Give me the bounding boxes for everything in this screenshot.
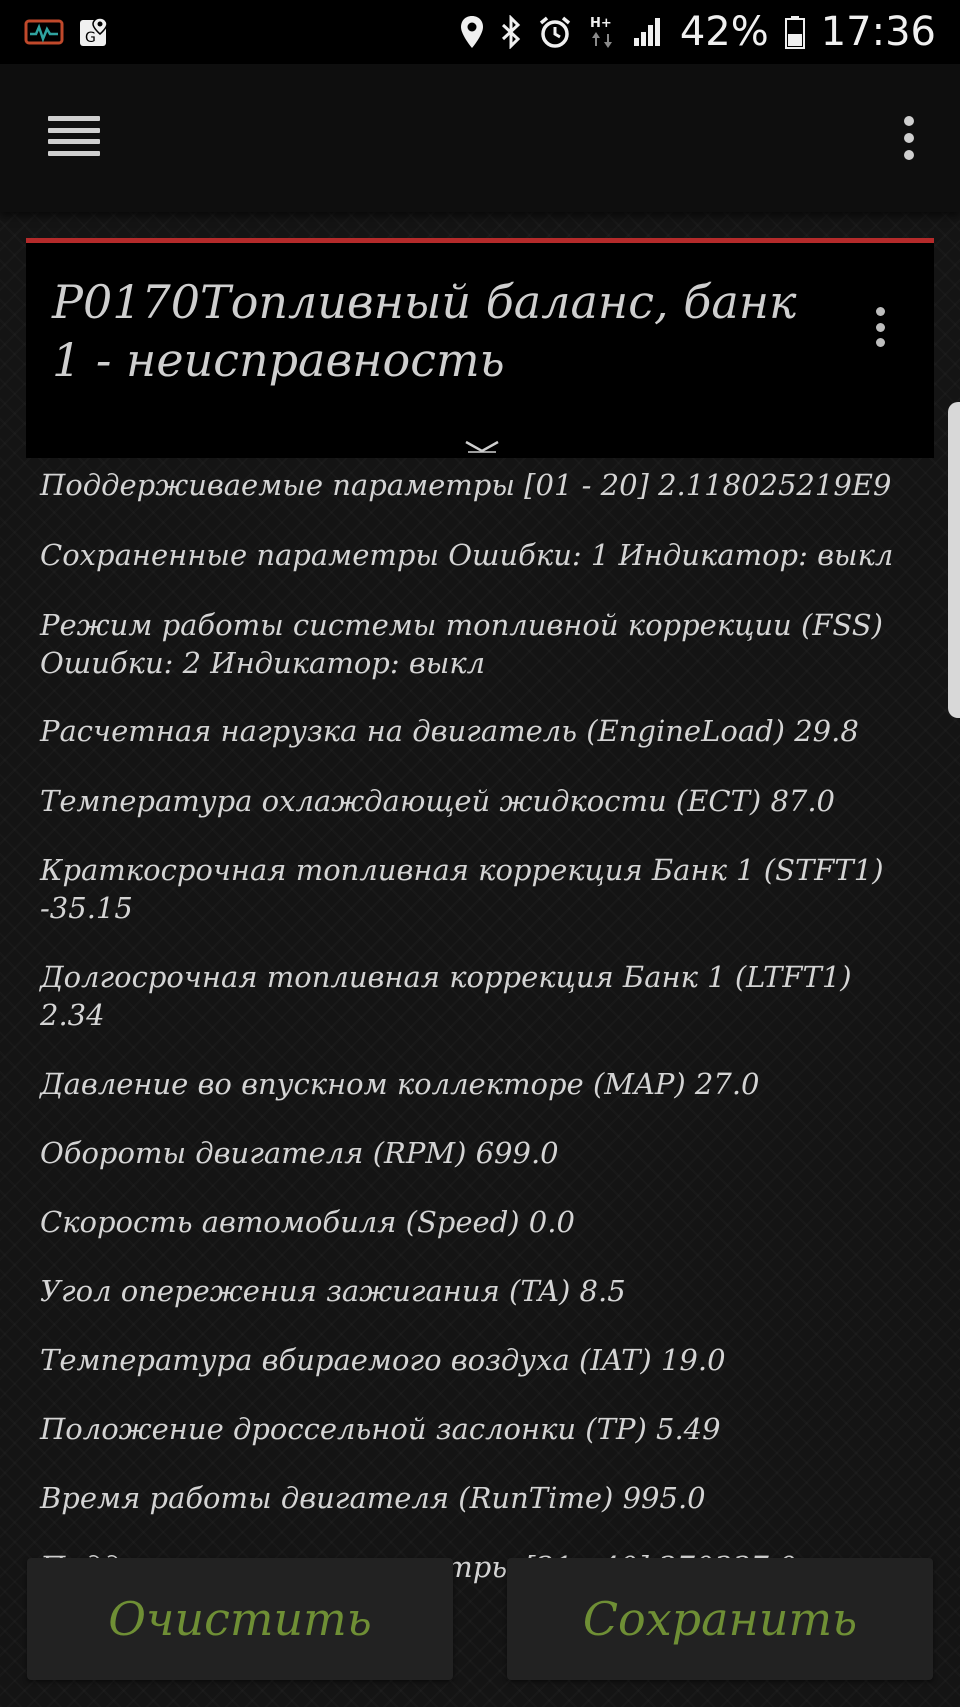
parameter-item: Положение дроссельной заслонки (TP) 5.49 (40, 1412, 721, 1446)
parameter-list: Поддерживаемые параметры [01 - 20] 2.118… (40, 466, 920, 1586)
parameter-item: Давление во впускном коллекторе (MAP) 27… (40, 1067, 760, 1101)
save-button[interactable]: Сохранить (507, 1558, 933, 1680)
network-type-label: H+ (590, 16, 612, 31)
signal-icon (632, 16, 664, 48)
card-overflow-icon[interactable] (874, 307, 886, 347)
parameter-item: Обороты двигателя (RPM) 699.0 (40, 1136, 559, 1170)
network-arrows-icon: H+ (588, 14, 616, 50)
obd-app-icon (24, 17, 64, 47)
app-bar (0, 64, 960, 212)
svg-text:G: G (85, 30, 96, 46)
parameter-item: Краткосрочная топливная коррекция Банк 1… (40, 853, 884, 925)
scrollbar-thumb[interactable] (948, 402, 960, 718)
parameter-item: Расчетная нагрузка на двигатель (EngineL… (40, 714, 859, 748)
parameter-item: Режим работы системы топливной коррекции… (40, 608, 883, 680)
alarm-icon (538, 15, 572, 49)
parameter-item: Сохраненные параметры Ошибки: 1 Индикато… (40, 538, 894, 572)
hamburger-menu-icon[interactable] (48, 116, 100, 156)
battery-icon (784, 15, 805, 49)
overflow-menu-icon[interactable] (902, 116, 916, 160)
parameter-item: Температура вбираемого воздуха (IAT) 19.… (40, 1343, 726, 1377)
parameter-item: Угол опережения зажигания (TA) 8.5 (40, 1274, 626, 1308)
clock: 17:36 (820, 9, 936, 55)
parameter-item: Температура охлаждающей жидкости (ECT) 8… (40, 784, 836, 818)
clear-button[interactable]: Очистить (27, 1558, 453, 1680)
error-card[interactable]: P0170Топливный баланс, банк 1 - неисправ… (26, 238, 934, 458)
battery-percent: 42% (679, 9, 769, 55)
status-bar: G H+ 42% 17:36 (0, 0, 960, 64)
parameter-item: Поддерживаемые параметры [01 - 20] 2.118… (40, 468, 892, 502)
parameter-item: Время работы двигателя (RunTime) 995.0 (40, 1481, 706, 1515)
location-icon (460, 15, 484, 49)
error-title: P0170Топливный баланс, банк 1 - неисправ… (52, 275, 797, 387)
parameter-item: Скорость автомобиля (Speed) 0.0 (40, 1205, 575, 1239)
parameter-item: Долгосрочная топливная коррекция Банк 1 … (40, 960, 852, 1032)
collapse-chevron-icon[interactable] (462, 439, 502, 455)
bluetooth-icon (500, 15, 522, 49)
screen: G H+ 42% 17:36 P0170Топливный баланс, ба… (0, 0, 960, 1707)
maps-app-icon: G (78, 16, 110, 48)
